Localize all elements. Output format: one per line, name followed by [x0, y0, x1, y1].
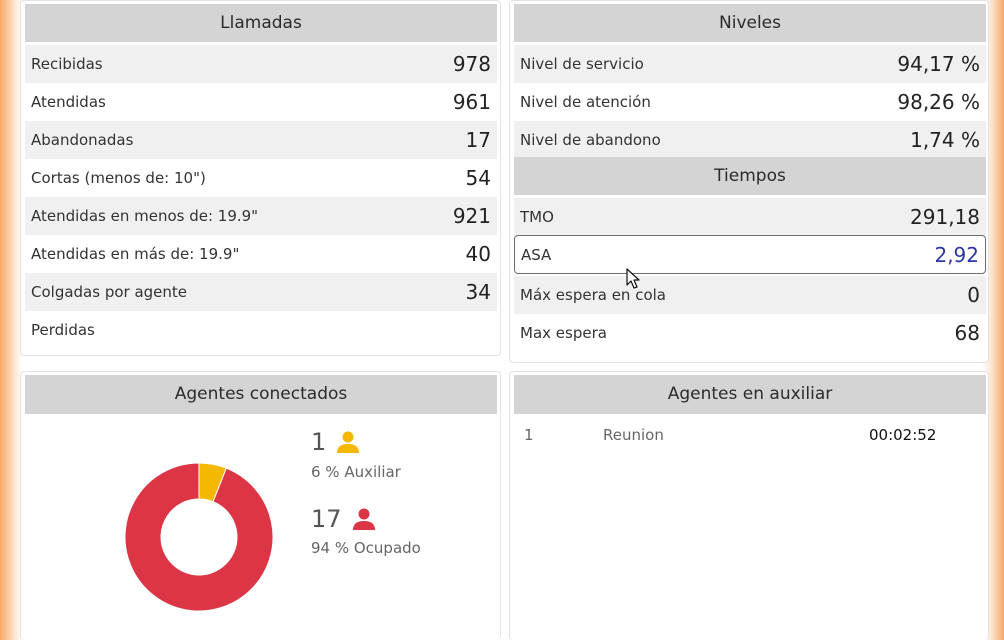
aux-agent-number: 1 — [524, 426, 534, 444]
tiempos-title: Tiempos — [514, 157, 986, 195]
row-colgadas: Colgadas por agente 34 — [25, 273, 497, 311]
agentes-conectados-title: Agentes conectados — [25, 375, 497, 414]
ocupado-count-line: 17 — [311, 505, 376, 533]
row-value: 1,74 % — [910, 128, 980, 152]
row-nivel-atencion: Nivel de atención 98,26 % — [514, 83, 986, 121]
row-nivel-abandono: Nivel de abandono 1,74 % — [514, 121, 986, 159]
row-value: 291,18 — [910, 205, 980, 229]
auxiliar-percent: 6 % Auxiliar — [311, 463, 401, 481]
row-atendidas-menos: Atendidas en menos de: 19.9" 921 — [25, 197, 497, 235]
row-value: 34 — [465, 280, 491, 304]
row-value: 68 — [954, 321, 980, 345]
row-nivel-servicio: Nivel de servicio 94,17 % — [514, 45, 986, 83]
row-label: ASA — [521, 245, 552, 264]
row-tmo: TMO 291,18 — [514, 198, 986, 236]
agentes-auxiliar-panel: Agentes en auxiliar 1 Reunion 00:02:52 — [509, 371, 989, 640]
row-asa[interactable]: ASA 2,92 — [514, 235, 986, 274]
user-icon — [337, 431, 360, 453]
row-value: 17 — [465, 128, 491, 152]
row-label: Nivel de atención — [520, 93, 651, 111]
row-label: Nivel de abandono — [520, 131, 661, 149]
agentes-auxiliar-title: Agentes en auxiliar — [514, 375, 986, 414]
row-recibidas: Recibidas 978 — [25, 45, 497, 83]
niveles-title: Niveles — [514, 4, 986, 42]
row-label: Atendidas — [31, 93, 106, 111]
row-value: 978 — [452, 52, 491, 76]
row-value: 40 — [465, 242, 491, 266]
auxiliar-count: 1 — [311, 428, 327, 456]
aux-table-row: 1 Reunion 00:02:52 — [514, 424, 986, 448]
row-label: Colgadas por agente — [31, 283, 188, 301]
row-label: Abandonadas — [31, 131, 134, 149]
row-abandonadas: Abandonadas 17 — [25, 121, 497, 159]
user-icon — [352, 508, 375, 530]
row-value: 921 — [452, 204, 491, 228]
row-value: 2,92 — [934, 242, 979, 267]
row-label: Max espera — [520, 324, 607, 342]
row-label: Cortas (menos de: 10") — [31, 169, 206, 187]
row-label: Atendidas en menos de: 19.9" — [31, 207, 259, 225]
agents-donut-chart — [124, 462, 274, 612]
row-label: Atendidas en más de: 19.9" — [31, 245, 240, 263]
row-label: Máx espera en cola — [520, 286, 666, 304]
row-label: Perdidas — [31, 321, 95, 339]
row-max-espera-cola: Máx espera en cola 0 — [514, 276, 986, 314]
row-label: TMO — [520, 208, 554, 226]
row-value: 961 — [452, 90, 491, 114]
row-value: 94,17 % — [897, 52, 980, 76]
agentes-conectados-panel: Agentes conectados 1 6 % Auxiliar 17 94 … — [20, 371, 501, 640]
row-atendidas-mas: Atendidas en más de: 19.9" 40 — [25, 235, 497, 273]
ocupado-percent: 94 % Ocupado — [311, 539, 421, 557]
mouse-cursor-icon — [626, 268, 640, 289]
row-atendidas: Atendidas 961 — [25, 83, 497, 121]
aux-reason: Reunion — [603, 426, 664, 444]
row-value: 0 — [967, 283, 980, 307]
row-max-espera: Max espera 68 — [514, 314, 986, 352]
row-label: Nivel de servicio — [520, 55, 644, 73]
row-perdidas: Perdidas — [25, 311, 497, 349]
niveles-panel: Niveles Nivel de servicio 94,17 % Nivel … — [509, 0, 989, 363]
row-value: 54 — [465, 166, 491, 190]
ocupado-count: 17 — [311, 505, 342, 533]
row-value: 98,26 % — [897, 90, 980, 114]
aux-time: 00:02:52 — [869, 426, 937, 444]
llamadas-panel: Llamadas Recibidas 978 Atendidas 961 Aba… — [20, 0, 501, 356]
auxiliar-count-line: 1 — [311, 428, 360, 456]
row-cortas: Cortas (menos de: 10") 54 — [25, 159, 497, 197]
llamadas-title: Llamadas — [25, 4, 497, 42]
row-label: Recibidas — [31, 55, 103, 73]
